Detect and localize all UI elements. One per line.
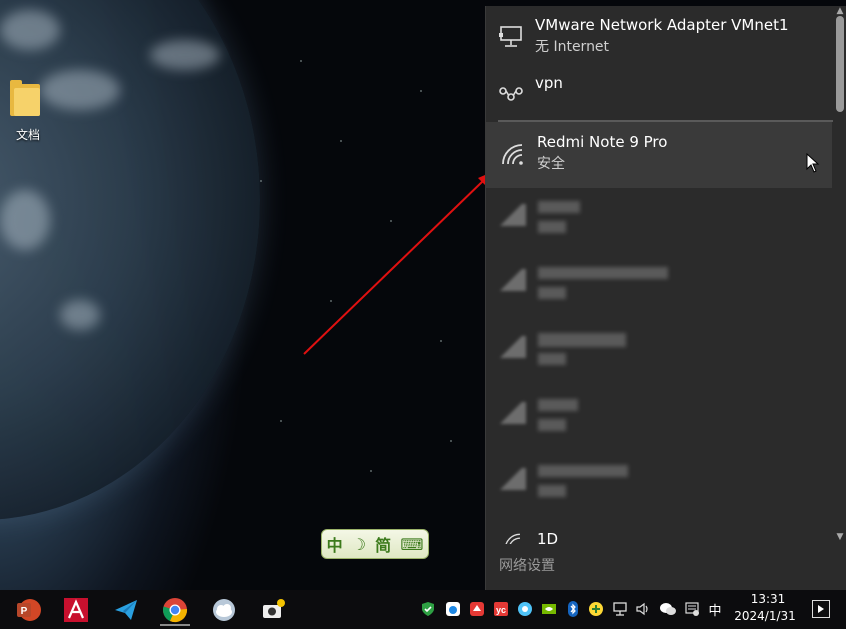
wifi-icon	[500, 204, 526, 226]
camera-app-icon	[263, 598, 285, 618]
tray-app-icon[interactable]: yc	[492, 600, 510, 618]
network-name: Redmi Note 9 Pro	[537, 133, 668, 151]
play-icon	[818, 605, 824, 613]
chrome-icon	[163, 597, 188, 622]
svg-text:yc: yc	[496, 605, 506, 615]
telegram-icon	[115, 599, 137, 620]
network-item-vmnet1[interactable]: VMware Network Adapter VMnet1 无 Internet	[486, 6, 832, 62]
taskbar-app-camera[interactable]	[255, 593, 291, 626]
network-name: 1D	[537, 530, 559, 544]
bluetooth-icon[interactable]	[564, 600, 582, 618]
powerpoint-icon: P	[17, 598, 41, 621]
wifi-icon	[500, 468, 526, 490]
scroll-down-arrow-icon[interactable]: ▼	[835, 532, 845, 542]
notification-icon[interactable]	[683, 600, 701, 618]
taskbar-app-cloud[interactable]	[206, 593, 242, 626]
nvidia-icon[interactable]	[540, 600, 558, 618]
network-settings-link[interactable]: 网络设置	[499, 555, 555, 575]
clock-time: 13:31	[750, 592, 786, 606]
network-item-redmi[interactable]: Redmi Note 9 Pro 安全	[486, 122, 832, 188]
taskbar-app-autocad[interactable]	[58, 593, 94, 626]
wifi-icon	[500, 336, 526, 358]
network-item-vpn[interactable]: vpn	[486, 64, 832, 114]
scrollbar-thumb[interactable]	[836, 16, 844, 112]
taskbar-app-telegram[interactable]	[108, 593, 144, 626]
tray-app-icon[interactable]	[516, 600, 534, 618]
taskbar: P yc 中 13:31 2024/1/31	[0, 590, 846, 629]
autocad-icon	[64, 597, 88, 622]
tray-app-icon[interactable]	[468, 600, 486, 618]
svg-text:P: P	[21, 606, 28, 617]
network-item-1d[interactable]: 1D	[486, 522, 832, 544]
active-indicator	[160, 624, 190, 626]
security-shield-icon[interactable]	[419, 600, 437, 618]
tray-app-icon[interactable]	[587, 600, 605, 618]
network-status: 安全	[537, 156, 565, 172]
cloud-app-icon	[213, 598, 235, 621]
ime-indicator[interactable]: 中	[706, 600, 724, 619]
clock-date: 2024/1/31	[734, 609, 796, 623]
taskbar-app-powerpoint[interactable]: P	[10, 593, 46, 626]
wifi-icon	[500, 269, 526, 291]
wifi-icon	[502, 144, 523, 165]
volume-icon[interactable]	[634, 600, 652, 618]
network-name: vpn	[535, 74, 563, 92]
ethernet-icon[interactable]	[611, 600, 629, 618]
mouse-cursor-icon	[806, 153, 820, 173]
wifi-icon	[505, 533, 520, 544]
wifi-icon	[500, 402, 526, 424]
show-desktop-button[interactable]	[812, 600, 830, 618]
tray-app-icon[interactable]	[444, 600, 462, 618]
network-flyout: VMware Network Adapter VMnet1 无 Internet…	[485, 6, 846, 590]
vpn-icon	[499, 87, 523, 101]
ethernet-icon	[499, 26, 522, 47]
network-status: 无 Internet	[535, 39, 610, 55]
taskbar-app-chrome[interactable]	[157, 593, 193, 626]
network-name: VMware Network Adapter VMnet1	[535, 16, 789, 34]
scroll-up-arrow-icon[interactable]: ▲	[835, 6, 845, 16]
wechat-icon[interactable]	[659, 600, 677, 618]
